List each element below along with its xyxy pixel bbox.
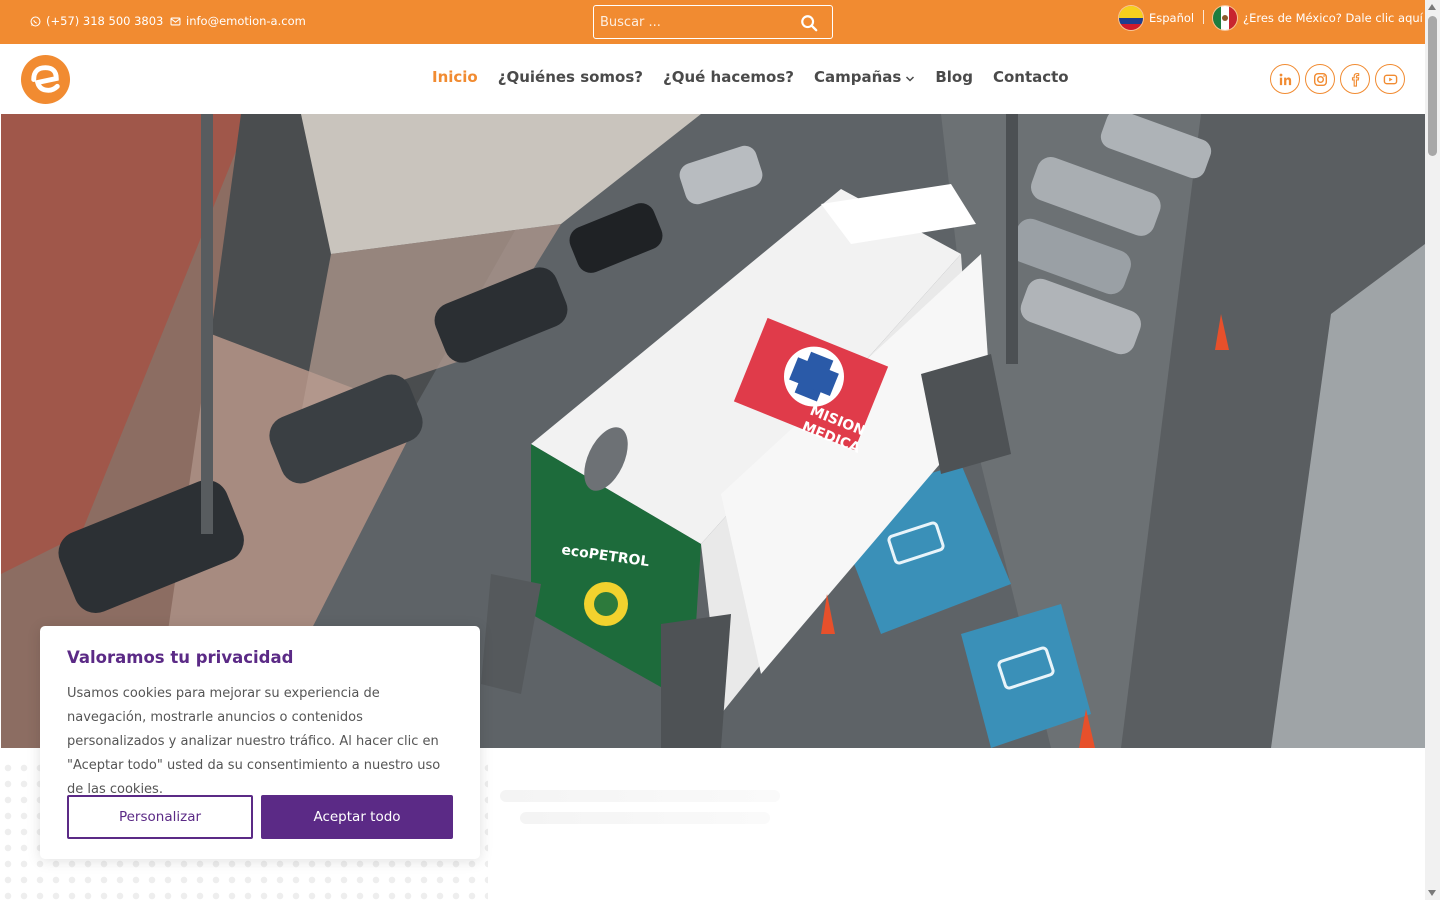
email-text: info@emotion-a.com [186, 14, 306, 28]
search-input[interactable] [600, 12, 790, 32]
scroll-thumb[interactable] [1428, 16, 1437, 156]
scroll-up-arrow-icon[interactable] [1428, 4, 1436, 10]
lang-separator [1203, 10, 1204, 24]
linkedin-button[interactable] [1270, 64, 1300, 94]
chevron-down-icon [906, 75, 915, 82]
lang-mx-label: ¿Eres de México? Dale clic aquí [1243, 11, 1423, 25]
nav-campanas-label: Campañas [813, 68, 902, 86]
nav-inicio[interactable]: Inicio [432, 68, 478, 86]
nav-que-hacemos-label: ¿Qué hacemos? [663, 68, 794, 86]
colombia-flag-icon [1119, 6, 1143, 30]
customize-button[interactable]: Personalizar [67, 795, 253, 839]
nav-blog-label: Blog [935, 68, 973, 86]
nav-inicio-label: Inicio [432, 68, 478, 86]
search-box [593, 5, 833, 39]
phone-text: (+57) 318 500 3803 [46, 14, 164, 28]
facebook-icon [1351, 72, 1359, 87]
email-link[interactable]: info@emotion-a.com [170, 14, 306, 28]
nav-contacto[interactable]: Contacto [993, 68, 1069, 86]
nav-campanas[interactable]: Campañas [814, 68, 915, 86]
faint-content-b [520, 812, 770, 824]
nav-blog[interactable]: Blog [935, 68, 973, 86]
lang-mx-link[interactable]: ¿Eres de México? Dale clic aquí [1213, 6, 1423, 30]
cookie-text: Usamos cookies para mejorar su experienc… [67, 686, 441, 797]
linkedin-icon [1279, 73, 1291, 85]
cookie-consent-dialog: Valoramos tu privacidad Usamos cookies p… [40, 626, 480, 859]
facebook-button[interactable] [1340, 64, 1370, 94]
faint-content-a [500, 790, 780, 802]
youtube-button[interactable] [1375, 64, 1405, 94]
mexico-flag-icon [1213, 6, 1237, 30]
main-nav: Inicio ¿Quiénes somos? ¿Qué hacemos? Cam… [432, 68, 1069, 86]
cookie-title: Valoramos tu privacidad [67, 648, 294, 667]
instagram-icon [1313, 72, 1327, 86]
vertical-scrollbar[interactable] [1425, 0, 1440, 900]
nav-contacto-label: Contacto [992, 68, 1069, 86]
nav-quienes-somos-label: ¿Quiénes somos? [497, 68, 643, 86]
search-icon[interactable] [800, 14, 818, 32]
lang-es-link[interactable]: Español [1119, 6, 1194, 30]
mail-icon [170, 17, 181, 25]
whatsapp-icon [30, 16, 41, 26]
lang-es-label: Español [1149, 11, 1195, 25]
nav-quienes-somos[interactable]: ¿Quiénes somos? [498, 68, 643, 86]
nav-que-hacemos[interactable]: ¿Qué hacemos? [663, 68, 794, 86]
phone-link[interactable]: (+57) 318 500 3803 [30, 14, 163, 28]
youtube-icon [1383, 74, 1397, 84]
emotion-logo[interactable] [20, 54, 71, 105]
top-bar: (+57) 318 500 3803 info@emotion-a.com Es… [0, 0, 1425, 44]
social-links [1270, 64, 1405, 94]
accept-all-button[interactable]: Aceptar todo [261, 795, 453, 839]
scroll-down-arrow-icon[interactable] [1428, 890, 1436, 896]
main-header: Inicio ¿Quiénes somos? ¿Qué hacemos? Cam… [0, 44, 1425, 114]
instagram-button[interactable] [1305, 64, 1335, 94]
